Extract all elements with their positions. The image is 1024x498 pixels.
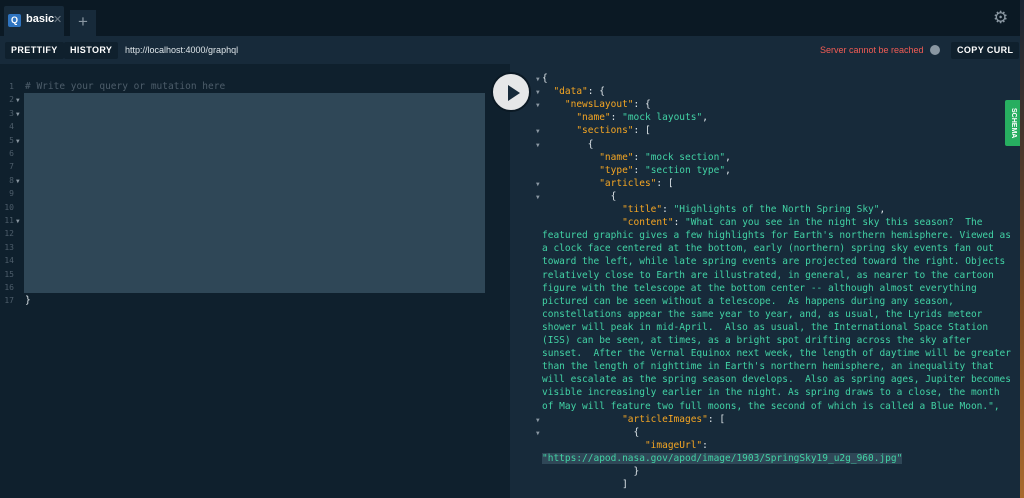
fold-arrow-icon[interactable]: ▼ (536, 102, 540, 109)
fold-arrow-icon[interactable]: ▼ (16, 138, 20, 145)
fold-arrow-icon[interactable]: ▼ (536, 194, 540, 201)
close-icon[interactable]: ✕ (53, 13, 62, 26)
line-number: 17 (4, 296, 14, 306)
result-line: "articleImages": [ (622, 413, 726, 425)
result-line: relatively close to Earth are illustrate… (542, 269, 994, 281)
result-line: visible increasingly earlier in the nigh… (542, 387, 1000, 399)
line-number: 16 (4, 283, 14, 292)
desktop-background (1020, 0, 1024, 498)
schema-tab[interactable]: SCHEMA (1005, 100, 1021, 146)
server-status: Server cannot be reached (820, 45, 924, 55)
fold-arrow-icon[interactable]: ▼ (536, 430, 540, 437)
graphql-logo-icon: Q (8, 14, 21, 27)
fold-arrow-icon[interactable]: ▼ (536, 76, 540, 83)
query-line[interactable]: } (25, 295, 31, 306)
line-number: 9 (9, 189, 14, 199)
play-icon (508, 85, 520, 101)
line-number: 12 (4, 229, 14, 239)
line-number: 11 (4, 216, 14, 225)
result-line: ] (542, 479, 628, 491)
query-line[interactable]: # Write your query or mutation here (25, 81, 225, 92)
history-button[interactable]: HISTORY (64, 42, 119, 59)
line-number: 13 (4, 242, 14, 252)
fold-arrow-icon[interactable]: ▼ (536, 417, 540, 424)
fold-arrow-icon[interactable]: ▼ (536, 128, 540, 135)
result-line: figure with the telescope at the bottom … (542, 282, 977, 294)
endpoint-url-input[interactable]: http://localhost:4000/graphql (119, 42, 809, 59)
fold-arrow-icon[interactable]: ▼ (16, 111, 20, 118)
result-line: "name": "mock section", (599, 151, 731, 163)
line-number: 10 (4, 202, 14, 212)
result-line: } (542, 466, 640, 477)
toolbar: PRETTIFY HISTORY http://localhost:4000/g… (0, 36, 1020, 64)
result-line: shower will peak in mid-April. Also as u… (542, 321, 989, 333)
result-line: { (542, 73, 548, 84)
fold-arrow-icon[interactable]: ▼ (536, 142, 540, 149)
result-line: "title": "Highlights of the North Spring… (622, 204, 886, 215)
add-tab-button[interactable]: + (70, 10, 96, 36)
fold-arrow-icon[interactable]: ▼ (16, 178, 20, 185)
tab-title: basic (26, 13, 55, 25)
line-number: 14 (4, 256, 14, 266)
result-line: will escalate as the spring season devel… (542, 374, 1011, 386)
result-line: (ISS) can be seen, at times, as a bright… (542, 335, 971, 346)
fold-arrow-icon[interactable]: ▼ (16, 97, 20, 104)
result-line: sunset. After the Vernal Equinox next we… (542, 348, 1011, 360)
result-line: "newsLayout": { (564, 99, 651, 111)
result-line: "https://apod.nasa.gov/apod/image/1903/S… (542, 452, 903, 464)
result-line: a clock face centered at the bottom, ear… (542, 243, 994, 255)
result-line: than the length of nighttime in Earth's … (542, 361, 994, 373)
result-line: { (542, 426, 640, 438)
result-line: { (542, 138, 594, 150)
line-number: 2 (9, 95, 14, 105)
result-line: toward the left, while late spring event… (542, 256, 1006, 268)
line-number: 7 (9, 162, 14, 172)
fold-arrow-icon[interactable]: ▼ (536, 89, 540, 96)
result-line: of May will feature two full moons, the … (542, 400, 1000, 412)
line-number: 4 (9, 122, 14, 132)
result-line: "articles": [ (599, 177, 674, 189)
copy-curl-button[interactable]: COPY CURL (951, 42, 1020, 59)
result-line: "content": "What can you see in the nigh… (622, 217, 983, 229)
result-line: "data": { (553, 86, 605, 98)
line-number: 6 (9, 149, 14, 158)
fold-arrow-icon[interactable]: ▼ (536, 181, 540, 188)
server-status-dot-icon (930, 45, 940, 55)
line-number: 1 (9, 82, 14, 91)
result-line: "imageUrl": (644, 439, 708, 451)
gear-icon[interactable]: ⚙ (993, 8, 1008, 28)
result-line: featured graphic gives a few highlights … (542, 230, 1011, 242)
result-line: constellations appear the same year to y… (542, 308, 983, 320)
tab-bar: Q basic ✕ + ⚙ (0, 0, 1020, 36)
line-number: 3 (9, 108, 14, 118)
line-number: 8 (9, 175, 14, 185)
line-number: 5 (9, 135, 14, 145)
result-viewer: { "data": { "newsLayout": { "name": "moc… (510, 64, 1020, 498)
line-number: 15 (4, 269, 14, 279)
fold-arrow-icon[interactable]: ▼ (16, 218, 20, 225)
result-line: { (542, 190, 617, 202)
execute-query-button[interactable] (491, 72, 531, 112)
result-line: "type": "section type", (599, 164, 731, 176)
tab-basic[interactable]: Q basic ✕ (4, 6, 64, 36)
query-selection-highlight (24, 93, 485, 293)
result-line: "sections": [ (576, 125, 651, 137)
result-line: pictured can be seen without a telescope… (542, 295, 954, 307)
result-line: "name": "mock layouts", (576, 112, 708, 124)
prettify-button[interactable]: PRETTIFY (5, 42, 64, 59)
